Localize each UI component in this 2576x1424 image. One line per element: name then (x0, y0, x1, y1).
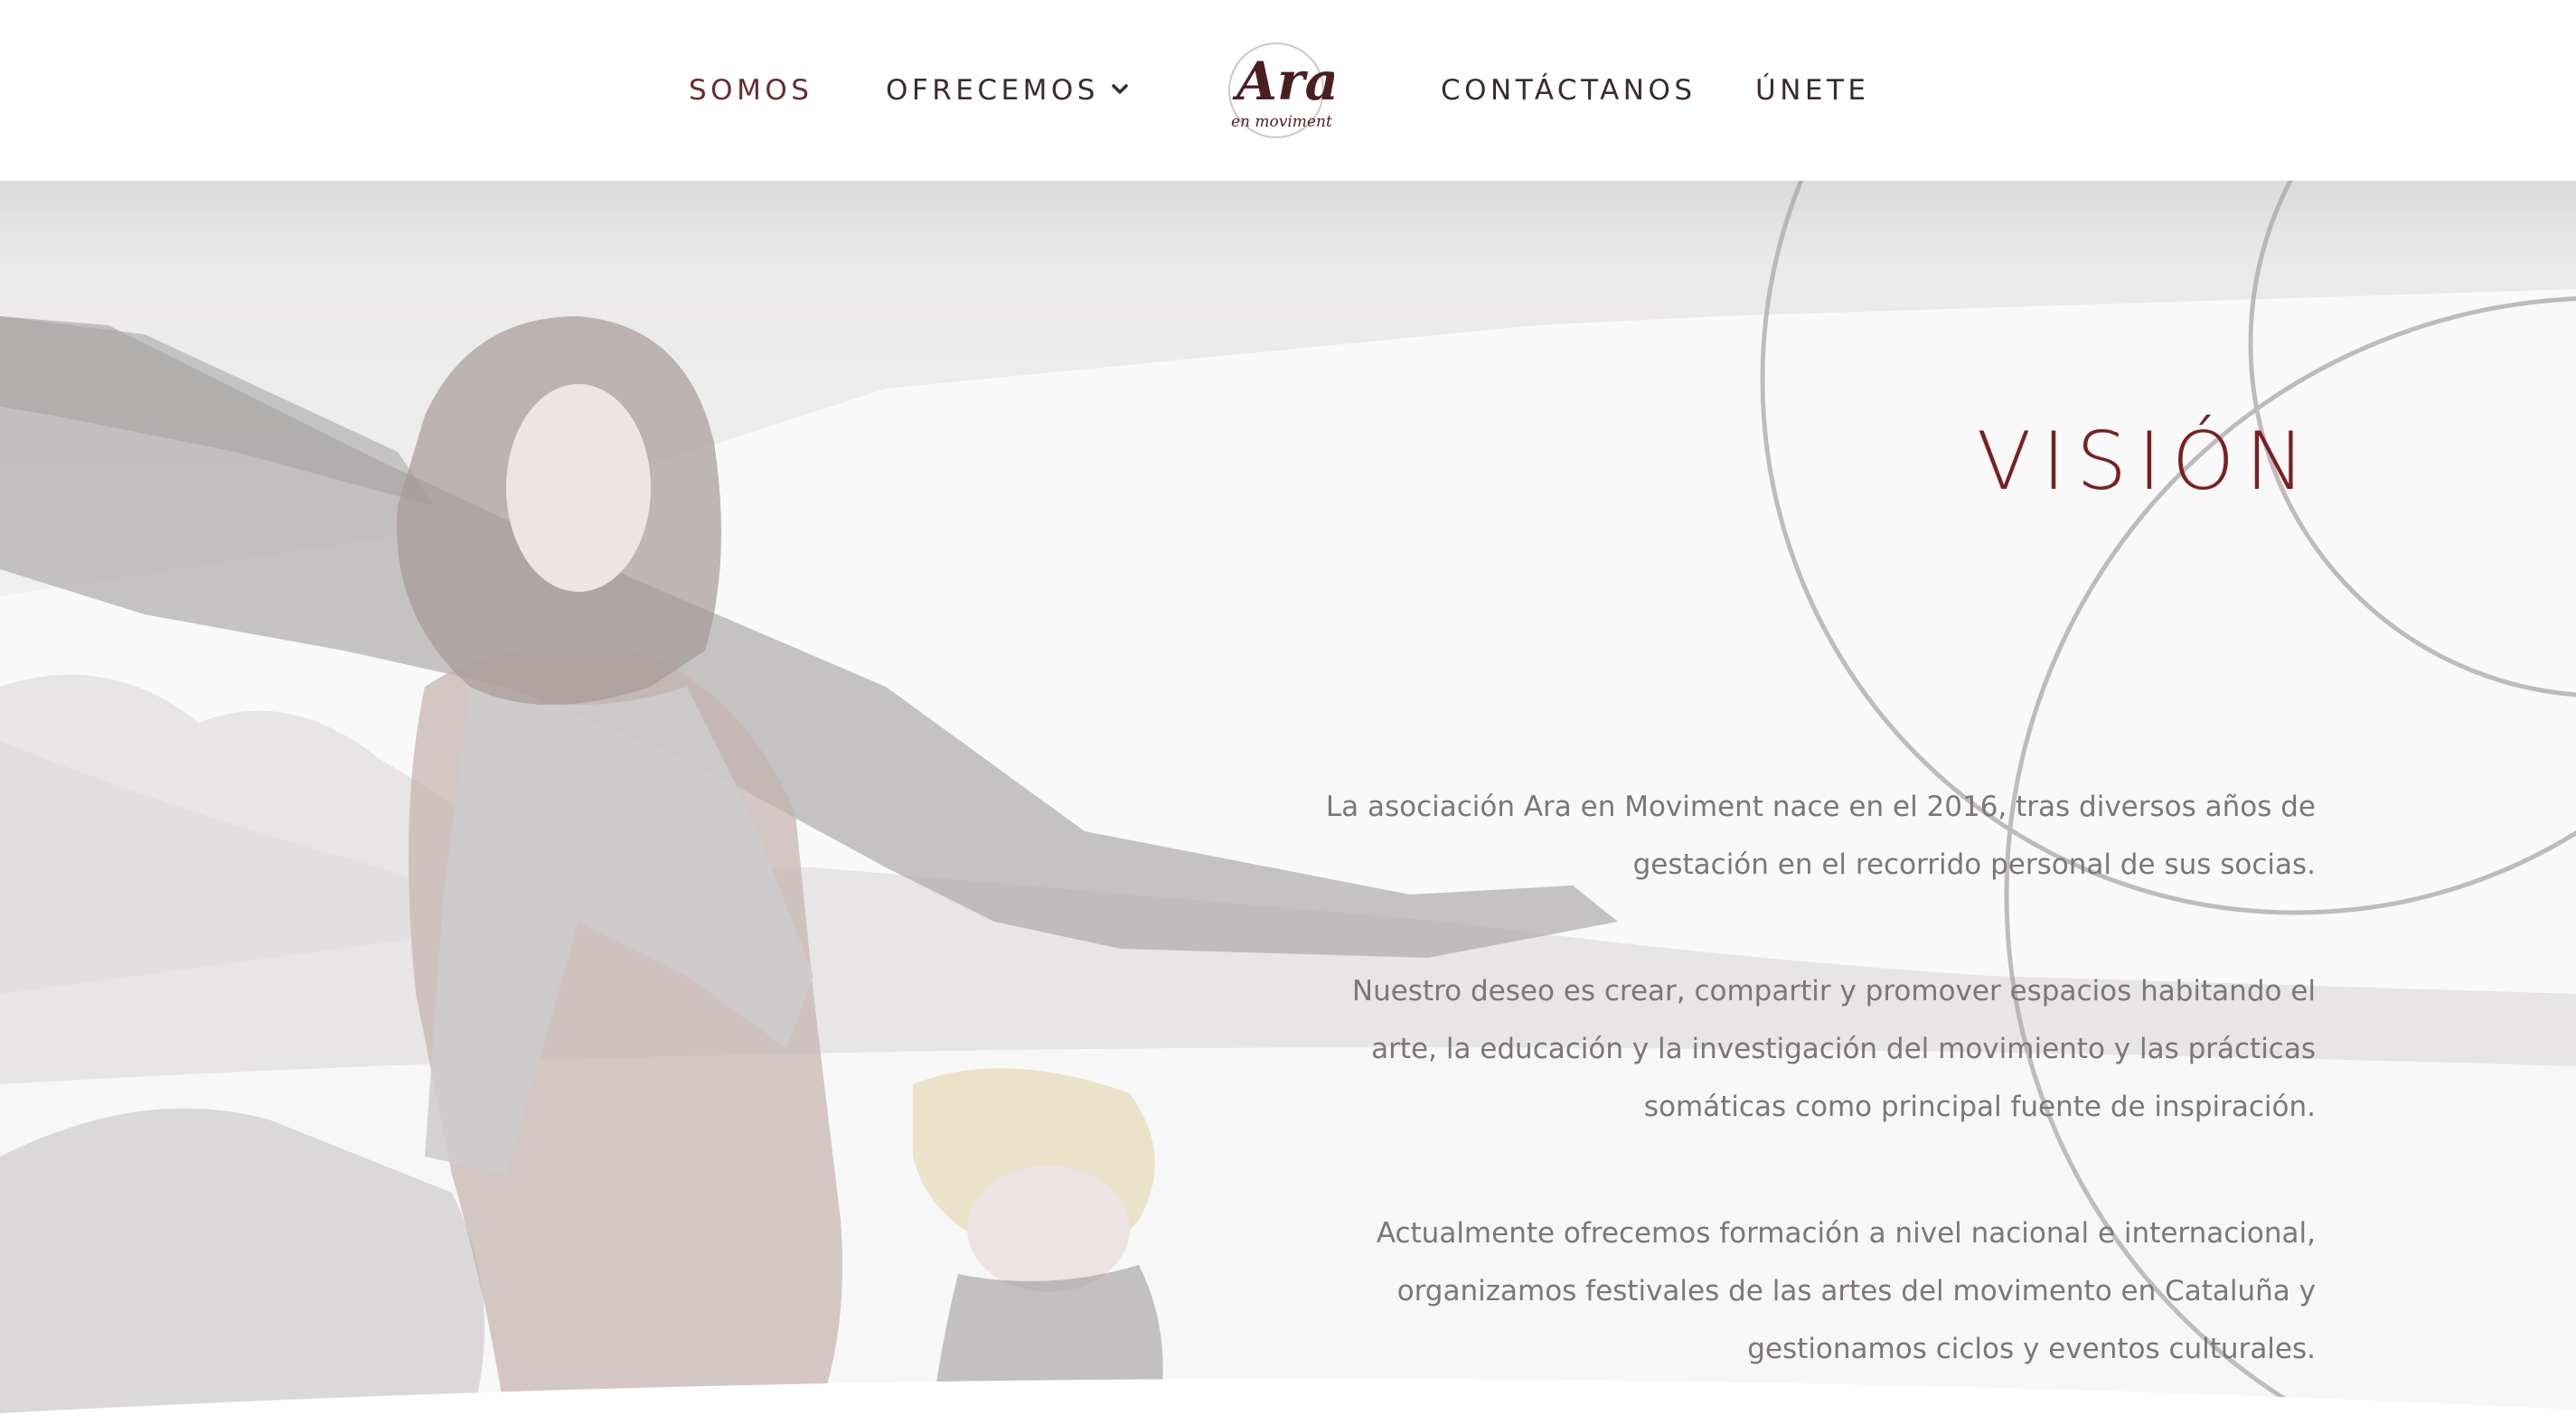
text-line: organizamos festivales de las artes del … (1396, 1275, 2316, 1307)
text-line: somáticas como principal fuente de inspi… (1643, 1091, 2316, 1123)
nav-item-unete[interactable]: ÚNETE (1755, 70, 1870, 110)
text-line: gestionamos ciclos y eventos culturales. (1747, 1333, 2316, 1365)
vision-paragraph-1: La asociación Ara en Moviment nace en el… (1175, 778, 2316, 894)
vision-content: VISIÓN La asociación Ara en Moviment nac… (1175, 181, 2316, 1424)
nav-item-ofrecemos[interactable]: OFRECEMOS (886, 70, 1132, 110)
text-line: gestación en el recorrido personal de su… (1632, 848, 2316, 881)
hero-section: VISIÓN La asociación Ara en Moviment nac… (0, 181, 2576, 1424)
vision-paragraph-3: Actualmente ofrecemos formación a nivel … (1175, 1204, 2316, 1378)
nav-item-contactanos[interactable]: CONTÁCTANOS (1441, 70, 1697, 110)
vision-paragraph-2: Nuestro deseo es crear, compartir y prom… (1175, 962, 2316, 1136)
chevron-down-icon (1112, 84, 1128, 94)
site-header: SOMOS OFRECEMOS Ara en moviment CONTÁCTA… (0, 0, 2576, 181)
nav-item-ofrecemos-label: OFRECEMOS (886, 74, 1099, 107)
text-line: arte, la educación y la investigación de… (1371, 1033, 2316, 1065)
text-line: La asociación Ara en Moviment nace en el… (1325, 791, 2316, 823)
text-line: Nuestro deseo es crear, compartir y prom… (1351, 975, 2316, 1007)
site-logo[interactable]: Ara en moviment (1222, 36, 1334, 145)
logo-tagline: en moviment (1231, 113, 1332, 131)
nav-item-somos[interactable]: SOMOS (689, 70, 813, 110)
text-line: Actualmente ofrecemos formación a nivel … (1376, 1217, 2316, 1250)
logo-wordmark: Ara (1232, 51, 1334, 112)
section-title: VISIÓN (1976, 415, 2316, 508)
